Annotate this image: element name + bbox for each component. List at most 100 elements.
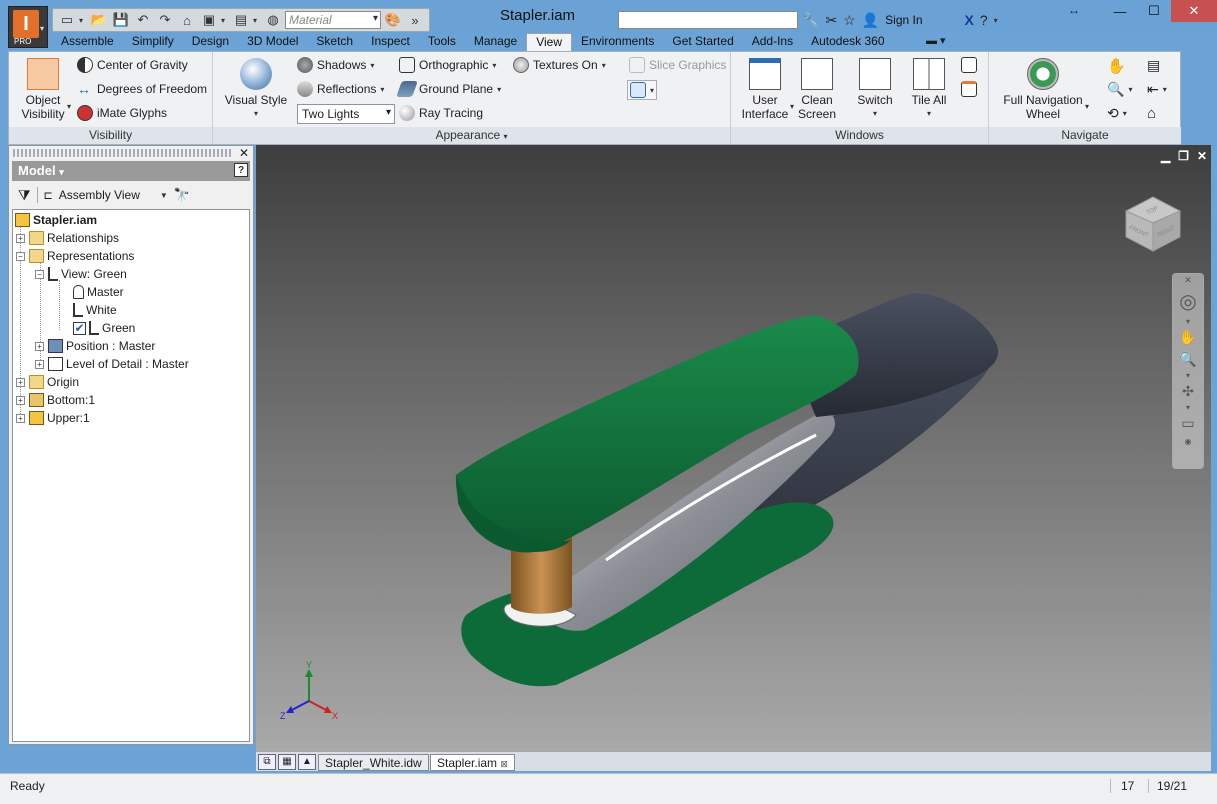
filter-icon[interactable]: ⧩: [18, 187, 31, 204]
tab-inspect[interactable]: Inspect: [362, 33, 419, 51]
tab-view[interactable]: View: [526, 33, 572, 51]
expand-icon[interactable]: +: [16, 413, 25, 423]
full-navigation-wheel-button[interactable]: Full Navigation Wheel: [997, 58, 1089, 121]
binoculars-search-icon[interactable]: 🔧: [802, 12, 819, 29]
pan-button[interactable]: ✋: [1107, 57, 1126, 75]
orbit-button[interactable]: ⟲ ▾: [1107, 105, 1127, 122]
tab-simplify[interactable]: Simplify: [123, 33, 183, 51]
expand-icon[interactable]: +: [16, 233, 25, 243]
expand-icon[interactable]: +: [16, 377, 25, 387]
open-icon[interactable]: 📂: [89, 10, 109, 30]
tree-item-bottom[interactable]: + Bottom:1: [16, 391, 95, 409]
lighting-style-select[interactable]: Two Lights: [297, 104, 395, 124]
doc-tab-stapler-white[interactable]: Stapler_White.idw: [318, 754, 429, 771]
object-visibility-dropdown-icon[interactable]: ▾: [67, 102, 71, 111]
user-interface-button[interactable]: User Interface: [737, 58, 793, 121]
picture-dropdown-icon[interactable]: ▾: [221, 16, 229, 25]
slice-graphics-button[interactable]: Slice Graphics: [629, 57, 726, 73]
tree-item-level-of-detail[interactable]: + Level of Detail : Master: [35, 355, 189, 373]
picture-icon[interactable]: ▣: [199, 10, 219, 30]
find-binoculars-icon[interactable]: 🔭: [174, 187, 190, 203]
tab-3d-model[interactable]: 3D Model: [238, 33, 307, 51]
ray-tracing-button[interactable]: Ray Tracing: [399, 105, 483, 121]
favorites-icon[interactable]: ☆: [843, 12, 856, 29]
minimize-button[interactable]: —: [1103, 0, 1137, 22]
tile-windows-icon[interactable]: ⧉: [258, 754, 276, 770]
home-view-button[interactable]: ⌂: [1147, 105, 1156, 122]
tree-item-view-rep[interactable]: − View: Green: [35, 265, 127, 283]
zoom-button[interactable]: 🔍 ▾: [1107, 81, 1132, 98]
tree-item-origin[interactable]: + Origin: [16, 373, 79, 391]
home-icon[interactable]: ⌂: [177, 10, 197, 30]
expand-icon[interactable]: +: [35, 341, 44, 351]
application-menu-button[interactable]: I PRO ▾: [8, 6, 48, 48]
user-interface-dropdown-icon[interactable]: ▾: [790, 102, 794, 111]
expand-icon[interactable]: +: [16, 395, 25, 405]
new-icon[interactable]: ▭: [57, 10, 77, 30]
tree-item-position[interactable]: + Position : Master: [35, 337, 155, 355]
help-icon[interactable]: ?: [980, 12, 988, 28]
orthographic-button[interactable]: Orthographic ▾: [399, 57, 496, 73]
degrees-of-freedom-button[interactable]: ↔ Degrees of Freedom: [77, 81, 207, 97]
save-icon[interactable]: 💾: [111, 10, 131, 30]
collapse-icon[interactable]: −: [35, 269, 44, 279]
browser-help-icon[interactable]: ?: [234, 163, 248, 177]
reflections-button[interactable]: Reflections ▾: [297, 81, 384, 97]
textures-on-button[interactable]: Textures On ▾: [513, 57, 606, 73]
collapse-icon[interactable]: −: [16, 251, 25, 261]
browser-grip[interactable]: [13, 149, 233, 157]
communication-icon[interactable]: ✂: [825, 12, 837, 29]
look-at-button[interactable]: ▤: [1147, 57, 1160, 74]
measure-icon[interactable]: ▤: [231, 10, 251, 30]
undo-icon[interactable]: ↶: [133, 10, 153, 30]
sign-in-link[interactable]: Sign In: [885, 13, 922, 27]
stapler-model[interactable]: [256, 145, 1211, 751]
tree-item-upper[interactable]: + Upper:1: [16, 409, 90, 427]
tile-all-button[interactable]: Tile All ▾: [907, 58, 951, 121]
tab-add-ins[interactable]: Add-Ins: [743, 33, 802, 51]
view-mode-button[interactable]: ▾: [627, 80, 658, 100]
tab-assemble[interactable]: Assemble: [52, 33, 123, 51]
new-dropdown-icon[interactable]: ▾: [79, 16, 87, 25]
ribbon-options-icon[interactable]: ▬ ▾: [926, 34, 946, 47]
tab-design[interactable]: Design: [183, 33, 238, 51]
visual-style-button[interactable]: Visual Style ▾: [219, 58, 293, 121]
measure-dropdown-icon[interactable]: ▾: [253, 16, 261, 25]
tree-root-stapler[interactable]: Stapler.iam: [15, 211, 97, 229]
tab-environments[interactable]: Environments: [572, 33, 663, 51]
object-visibility-button[interactable]: Object Visibility: [17, 58, 69, 121]
imate-glyphs-button[interactable]: iMate Glyphs: [77, 105, 167, 121]
model-browser-header[interactable]: Model ▾ ?: [12, 161, 250, 181]
previous-view-button[interactable]: ⇤ ▾: [1147, 81, 1167, 98]
material-select[interactable]: Material: [285, 11, 381, 29]
tab-tools[interactable]: Tools: [419, 33, 465, 51]
tree-item-master[interactable]: Master: [73, 283, 124, 301]
nav-wheel-dropdown-icon[interactable]: ▾: [1085, 102, 1089, 111]
tab-autodesk-360[interactable]: Autodesk 360: [802, 33, 893, 51]
tab-get-started[interactable]: Get Started: [663, 33, 742, 51]
doc-tab-close-icon[interactable]: ⊠: [500, 759, 508, 769]
tree-item-representations[interactable]: − Representations: [16, 247, 134, 265]
center-of-gravity-button[interactable]: Center of Gravity: [77, 57, 188, 73]
exchange-icon[interactable]: X: [965, 12, 974, 28]
new-window-button[interactable]: [961, 81, 977, 97]
browser-close-icon[interactable]: ✕: [239, 146, 249, 160]
ground-plane-button[interactable]: Ground Plane ▾: [396, 81, 501, 97]
appearance-panel-label[interactable]: Appearance ▾: [213, 127, 730, 144]
tab-manage[interactable]: Manage: [465, 33, 526, 51]
clean-screen-button[interactable]: Clean Screen: [795, 58, 839, 121]
color-wheel-icon[interactable]: 🎨: [383, 10, 403, 30]
maximize-button[interactable]: ☐: [1137, 0, 1171, 22]
assembly-view-dropdown-icon[interactable]: ▼: [160, 191, 168, 200]
shadows-button[interactable]: Shadows ▾: [297, 57, 374, 73]
assembly-view-select[interactable]: Assembly View: [59, 188, 140, 202]
graphics-viewport[interactable]: ▁ ❐ ✕ TOP FRONT RIGHT ✕ ◎ ▾ ✋ 🔍 ▾ ✣ ▾ ▭ …: [256, 145, 1211, 751]
doc-tab-stapler-iam[interactable]: Stapler.iam ⊠: [430, 754, 515, 771]
cascade-button[interactable]: [961, 57, 977, 73]
tree-item-green[interactable]: ✔ Green: [73, 319, 135, 337]
more-icon[interactable]: »: [405, 10, 425, 30]
search-input[interactable]: [618, 11, 798, 29]
close-button[interactable]: ✕: [1171, 0, 1217, 22]
tab-sketch[interactable]: Sketch: [307, 33, 362, 51]
tile-grid-icon[interactable]: ▦: [278, 754, 296, 770]
